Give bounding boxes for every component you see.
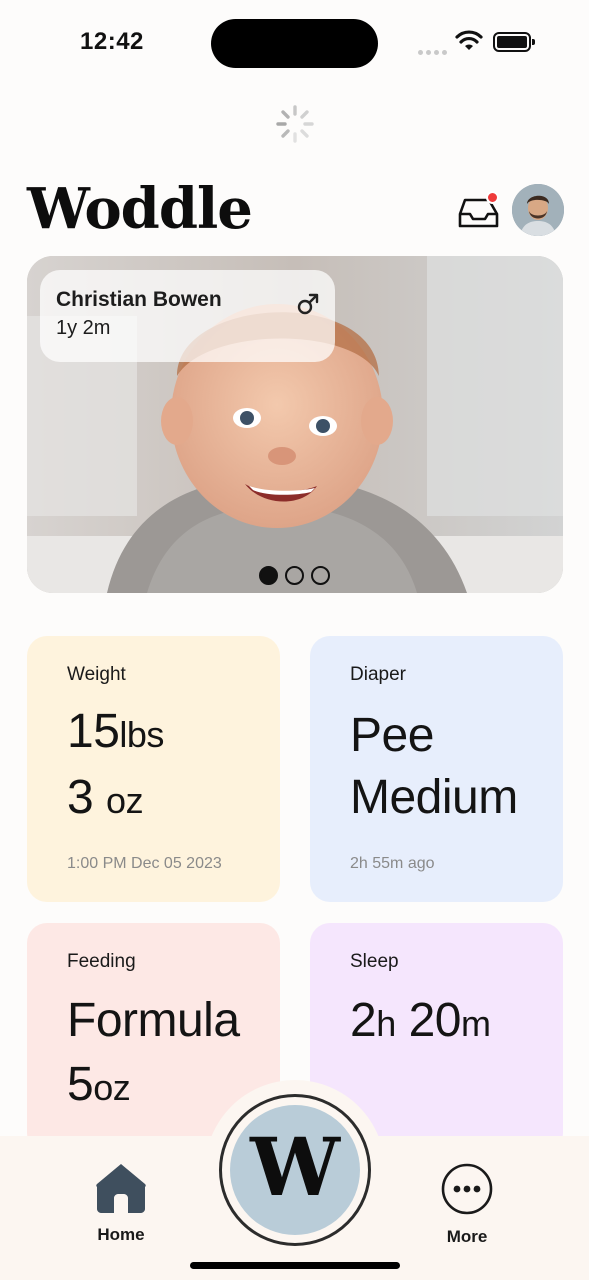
sleep-hours: 2 — [350, 994, 377, 1047]
tab-more-label: More — [446, 1227, 488, 1246]
feeding-amount-unit: oz — [93, 1067, 131, 1108]
weight-pounds-unit: lbs — [119, 714, 164, 755]
feeding-amount-value: 5 — [67, 1058, 94, 1111]
feeding-type: Formula — [67, 994, 240, 1047]
diaper-card[interactable]: Diaper Pee Medium 2h 55m ago — [310, 636, 563, 902]
weight-ounces-unit: oz — [106, 780, 144, 821]
wifi-icon — [455, 30, 483, 50]
child-age: 1y 2m — [56, 317, 111, 339]
tab-more[interactable]: More — [432, 1162, 502, 1247]
more-horizontal-icon — [441, 1163, 493, 1215]
child-info-card[interactable]: Christian Bowen 1y 2m — [40, 270, 335, 362]
sleep-hours-unit: h — [376, 1003, 396, 1044]
loading-spinner-icon — [276, 105, 314, 143]
woddle-action-inner: W — [230, 1105, 360, 1235]
dynamic-island — [211, 19, 378, 68]
male-symbol-icon — [297, 293, 319, 315]
weight-label: Weight — [67, 664, 126, 685]
child-photo-carousel[interactable]: Christian Bowen 1y 2m — [27, 256, 563, 593]
carousel-pagination — [259, 566, 330, 585]
diaper-timestamp: 2h 55m ago — [350, 855, 435, 872]
diaper-label: Diaper — [350, 664, 406, 685]
weight-ounces-value: 3 — [67, 771, 94, 824]
cellular-signal-icon — [418, 42, 450, 60]
weight-pounds: 15lbs — [67, 708, 164, 756]
weight-card[interactable]: Weight 15lbs 3 oz 1:00 PM Dec 05 2023 — [27, 636, 280, 902]
weight-ounces: 3 oz — [67, 771, 144, 824]
feeding-label: Feeding — [67, 951, 136, 972]
status-bar: 12:42 — [0, 0, 589, 86]
sleep-minutes-unit: m — [460, 1003, 491, 1044]
weight-timestamp: 1:00 PM Dec 05 2023 — [67, 855, 222, 872]
tab-home[interactable]: Home — [86, 1162, 156, 1245]
carousel-dot[interactable] — [285, 566, 304, 585]
app-title: Woddle — [27, 176, 253, 242]
diaper-type: Pee — [350, 709, 434, 762]
diaper-amount: Medium — [350, 771, 518, 824]
sleep-duration: 2h 20m — [350, 994, 491, 1047]
weight-pounds-value: 15 — [67, 705, 120, 758]
sleep-minutes: 20 — [408, 994, 462, 1047]
home-icon — [96, 1164, 146, 1213]
sleep-label: Sleep — [350, 951, 399, 972]
status-time: 12:42 — [80, 28, 144, 55]
woddle-logo-letter: W — [250, 1120, 340, 1214]
tab-home-label: Home — [97, 1225, 145, 1244]
child-name: Christian Bowen — [56, 288, 222, 311]
woddle-action-button[interactable]: W — [219, 1094, 371, 1246]
carousel-dot[interactable] — [259, 566, 278, 585]
carousel-dot[interactable] — [311, 566, 330, 585]
home-indicator — [190, 1262, 400, 1269]
notification-dot — [486, 191, 499, 204]
avatar[interactable] — [512, 184, 564, 236]
battery-icon — [493, 32, 535, 52]
feeding-amount: 5oz — [67, 1058, 131, 1111]
